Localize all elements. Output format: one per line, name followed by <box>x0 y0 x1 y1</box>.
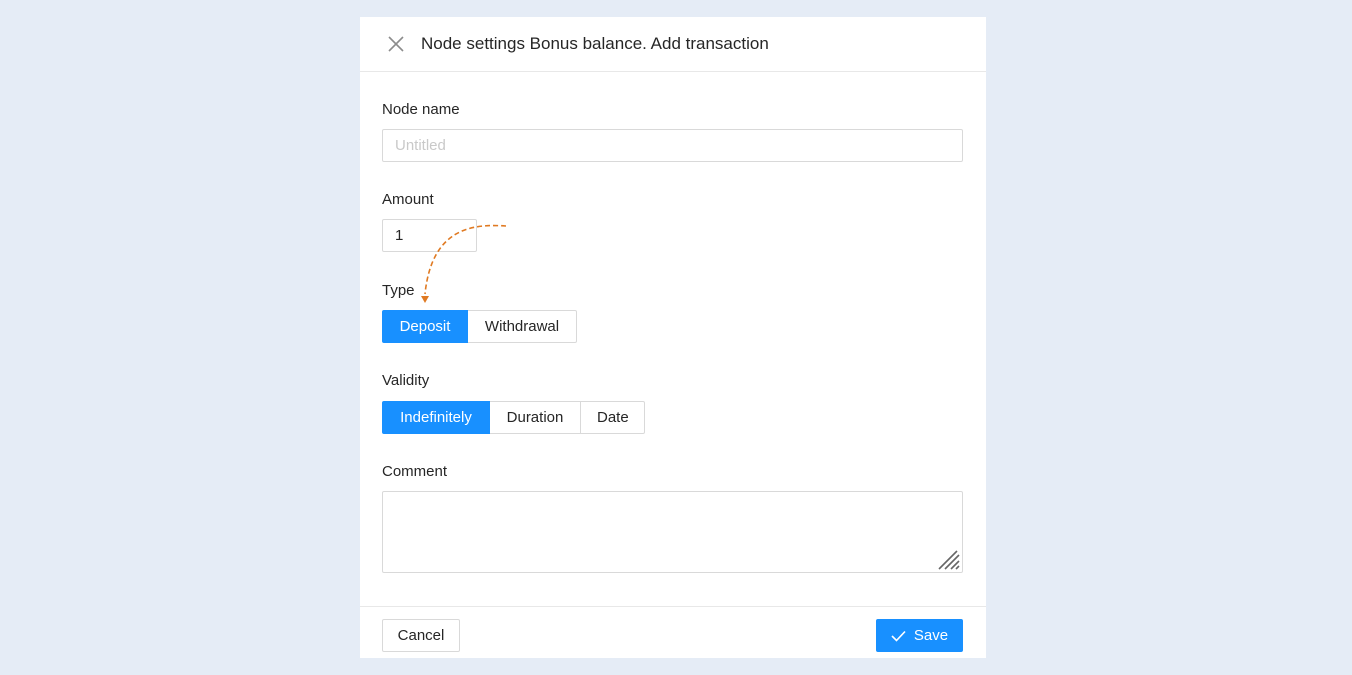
cancel-button[interactable]: Cancel <box>382 619 460 652</box>
comment-textarea[interactable] <box>382 491 963 573</box>
dialog-footer: Cancel Save <box>360 606 986 658</box>
validity-option-date[interactable]: Date <box>580 401 645 434</box>
amount-label: Amount <box>382 191 434 208</box>
comment-label: Comment <box>382 463 448 480</box>
validity-option-indefinitely[interactable]: Indefinitely <box>382 401 490 434</box>
close-icon[interactable] <box>385 33 407 55</box>
validity-label: Validity <box>382 372 430 389</box>
node-name-label: Node name <box>382 101 460 118</box>
resize-grip-icon[interactable] <box>937 549 961 571</box>
type-label: Type <box>382 282 415 299</box>
type-segmented-control: Deposit Withdrawal <box>382 310 577 343</box>
type-option-withdrawal[interactable]: Withdrawal <box>467 310 577 343</box>
transaction-dialog: Node settings Bonus balance. Add transac… <box>360 17 986 658</box>
validity-option-duration[interactable]: Duration <box>489 401 581 434</box>
validity-segmented-control: Indefinitely Duration Date <box>382 401 645 434</box>
type-option-deposit[interactable]: Deposit <box>382 310 468 343</box>
check-icon <box>891 630 906 642</box>
dialog-header: Node settings Bonus balance. Add transac… <box>360 17 986 72</box>
node-name-input[interactable] <box>382 129 963 162</box>
amount-input[interactable] <box>382 219 477 252</box>
save-button-label: Save <box>913 627 949 644</box>
save-button[interactable]: Save <box>876 619 963 652</box>
dialog-title: Node settings Bonus balance. Add transac… <box>421 34 769 53</box>
